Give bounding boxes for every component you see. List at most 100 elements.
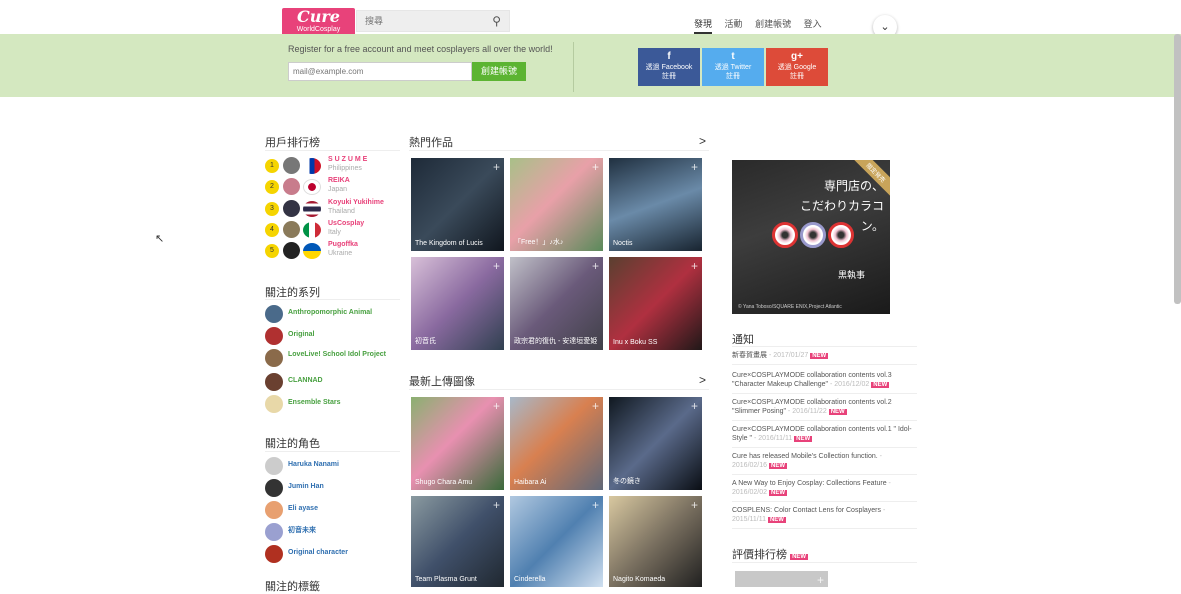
notice-item[interactable]: Cure has released Mobile's Collection fu…	[732, 452, 917, 471]
notices-divider	[732, 346, 917, 347]
ranking-title: 用戶排行榜	[265, 137, 320, 149]
character-item[interactable]: Haruka Nanami	[265, 457, 400, 477]
plus-icon[interactable]: +	[493, 498, 500, 512]
notice-item[interactable]: A New Way to Enjoy Cosplay: Collections …	[732, 479, 917, 498]
popular-photo[interactable]: + The Kingdom of Lucis	[411, 158, 504, 251]
series-title: 關注的系列	[265, 287, 320, 299]
thailand-flag-icon	[303, 201, 321, 217]
notice-date: - 2017/01/27	[767, 352, 809, 359]
character-item[interactable]: Original character	[265, 545, 400, 565]
series-item[interactable]: Anthropomorphic Animal	[265, 305, 400, 325]
series-item[interactable]: LoveLive! School Idol Project	[265, 349, 400, 369]
series-divider	[265, 299, 400, 300]
notice-item[interactable]: Cure×COSPLAYMODE collaboration contents …	[732, 425, 917, 444]
notice-item[interactable]: COSPLENS: Color Contact Lens for Cosplay…	[732, 506, 917, 525]
characters-divider	[265, 451, 400, 452]
rank-user-name: Pugoffka	[328, 241, 358, 248]
ranking-item[interactable]: 5 Pugoffka Ukraine	[265, 241, 395, 261]
plus-icon[interactable]: +	[691, 498, 698, 512]
latest-photo[interactable]: + Shugo Chara Amu	[411, 397, 504, 490]
notice-item[interactable]: 新春賀畫展 - 2017/01/27 NEW	[732, 351, 917, 361]
plus-icon[interactable]: +	[691, 259, 698, 273]
character-item[interactable]: Jumin Han	[265, 479, 400, 499]
notice-item[interactable]: Cure×COSPLAYMODE collaboration contents …	[732, 371, 917, 390]
series-item[interactable]: CLANNAD	[265, 373, 400, 393]
notice-text: 新春賀畫展	[732, 352, 767, 359]
latest-photo[interactable]: + Nagito Komaeda	[609, 496, 702, 587]
search-icon[interactable]: ⚲	[492, 14, 501, 28]
nav-events[interactable]: 活動	[725, 19, 743, 29]
rank-number: 4	[265, 223, 279, 237]
ad-line-1: 専門店の、	[823, 179, 884, 193]
latest-next-arrow[interactable]: >	[699, 373, 706, 387]
new-badge: NEW	[794, 436, 813, 442]
ranking-item[interactable]: 1 S U Z U M E Philippines	[265, 156, 395, 176]
google-register-button[interactable]: g+ 透過 Google 註冊	[766, 48, 828, 86]
plus-icon[interactable]: +	[592, 259, 599, 273]
rank-user-name: Koyuki Yukihime	[328, 199, 384, 206]
top-nav: 發現 活動 創建帳號 登入	[694, 17, 832, 34]
nav-create-account[interactable]: 創建帳號	[755, 19, 791, 29]
ranking-item[interactable]: 2 REIKA Japan	[265, 177, 395, 197]
latest-photo[interactable]: + Cinderella	[510, 496, 603, 587]
series-label: Ensemble Stars	[288, 399, 341, 406]
nav-login[interactable]: 登入	[804, 19, 822, 29]
popular-photo[interactable]: + 政宗君的復仇 - 安達垣愛姫	[510, 257, 603, 350]
photo-caption: 冬の鏡き	[613, 478, 641, 485]
email-field[interactable]	[288, 62, 472, 81]
popular-photo[interactable]: + Inu x Boku SS	[609, 257, 702, 350]
plus-icon[interactable]: +	[691, 399, 698, 413]
rating-photo[interactable]: +	[735, 571, 828, 587]
register-button[interactable]: 創建帳號	[472, 62, 526, 81]
character-item[interactable]: Eli ayase	[265, 501, 400, 521]
new-badge: NEW	[828, 409, 847, 415]
series-item[interactable]: Original	[265, 327, 400, 347]
notice-divider	[732, 501, 917, 502]
notice-divider	[732, 474, 917, 475]
ranking-item[interactable]: 3 Koyuki Yukihime Thailand	[265, 199, 395, 219]
popular-photo[interactable]: + 「Free！」♪水♪	[510, 158, 603, 251]
plus-icon[interactable]: +	[493, 399, 500, 413]
search-input[interactable]	[357, 11, 477, 31]
nav-discover[interactable]: 發現	[694, 19, 713, 34]
popular-next-arrow[interactable]: >	[699, 134, 706, 148]
popular-photo[interactable]: + 初音氏	[411, 257, 504, 350]
plus-icon[interactable]: +	[592, 399, 599, 413]
character-label: Eli ayase	[288, 505, 318, 512]
photo-caption: Team Plasma Grunt	[415, 576, 477, 583]
google-label-2: 註冊	[790, 73, 804, 80]
ranking-item[interactable]: 4 UsCosplay Italy	[265, 220, 395, 240]
new-badge: NEW	[769, 490, 787, 496]
latest-divider	[409, 389, 709, 390]
photo-caption: 「Free！」♪水♪	[514, 239, 564, 246]
photo-caption: Cinderella	[514, 576, 546, 583]
photo-caption: Noctis	[613, 240, 633, 247]
rank-country: Philippines	[328, 165, 362, 172]
twitter-register-button[interactable]: t 透過 Twitter 註冊	[702, 48, 764, 86]
page-scrollbar[interactable]	[1174, 34, 1181, 304]
facebook-register-button[interactable]: f 透過 Facebook 註冊	[638, 48, 700, 86]
plus-icon[interactable]: +	[592, 498, 599, 512]
photo-caption: 政宗君的復仇 - 安達垣愛姫	[514, 338, 598, 345]
notices-title: 通知	[732, 334, 754, 346]
notice-divider	[732, 420, 917, 421]
character-item[interactable]: 初音未來	[265, 523, 400, 543]
latest-photo[interactable]: + Team Plasma Grunt	[411, 496, 504, 587]
plus-icon[interactable]: +	[493, 160, 500, 174]
rank-country: Ukraine	[328, 250, 353, 257]
plus-icon[interactable]: +	[691, 160, 698, 174]
plus-icon[interactable]: +	[493, 259, 500, 273]
latest-photo[interactable]: + Haibara Ai	[510, 397, 603, 490]
ad-brand: 黒執事	[838, 270, 866, 280]
popular-photo[interactable]: + Noctis	[609, 158, 702, 251]
notice-date: - 2016/12/02	[828, 381, 870, 388]
latest-photo[interactable]: + 冬の鏡き	[609, 397, 702, 490]
plus-icon[interactable]: +	[817, 573, 824, 587]
plus-icon[interactable]: +	[592, 160, 599, 174]
notice-item[interactable]: Cure×COSPLAYMODE collaboration contents …	[732, 398, 917, 417]
philippines-flag-icon	[303, 158, 321, 174]
series-item[interactable]: Ensemble Stars	[265, 395, 400, 415]
rating-title-text: 評價排行榜	[732, 549, 787, 561]
new-badge: NEW	[790, 554, 809, 560]
advertisement-banner[interactable]: 限定発売 専門店の、 こだわりカラコン。 黒執事 © Yana Toboso/S…	[732, 160, 890, 314]
